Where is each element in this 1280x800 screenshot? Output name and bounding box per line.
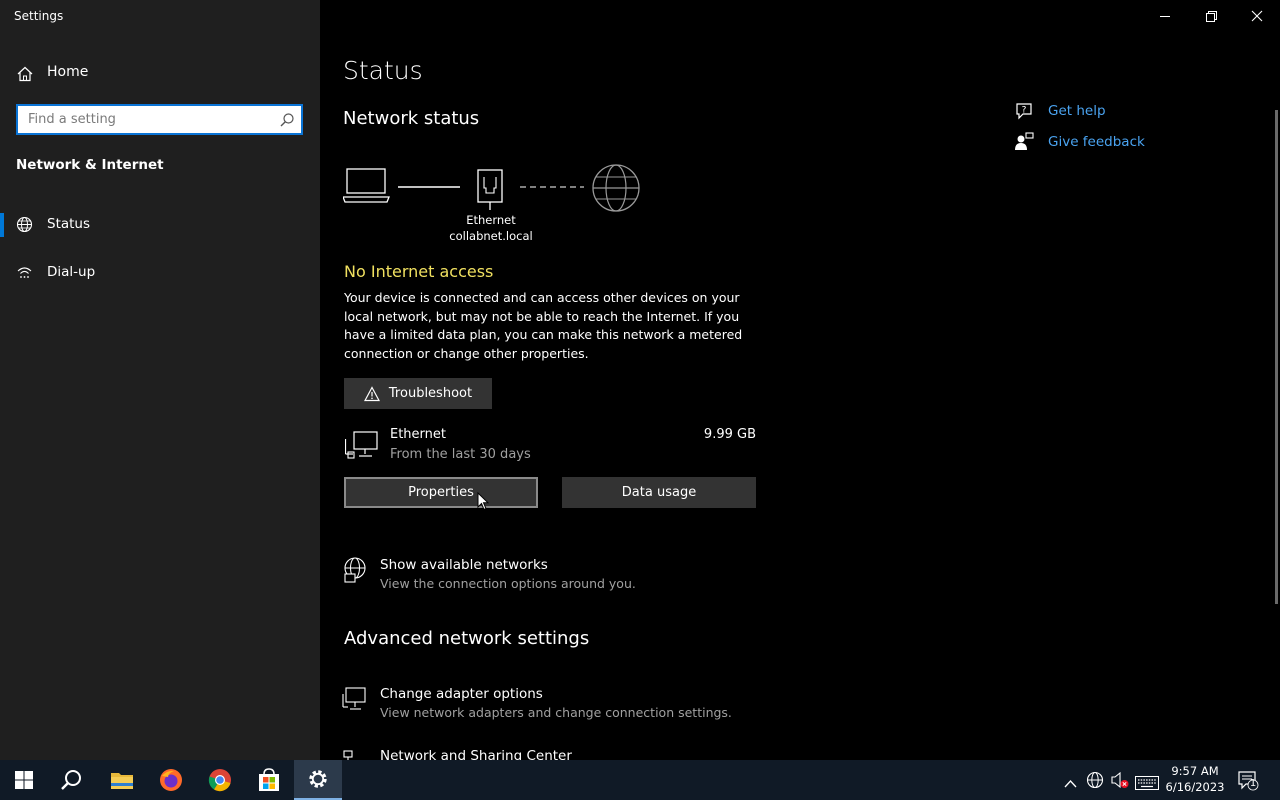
keyboard-icon[interactable]	[1135, 773, 1159, 793]
change-adapter-title: Change adapter options	[380, 686, 543, 702]
data-usage-summary: Ethernet From the last 30 days 9.99 GB	[344, 425, 756, 465]
firefox-icon	[160, 769, 182, 791]
troubleshoot-label: Troubleshoot	[388, 386, 473, 401]
taskbar-search-button[interactable]	[48, 760, 96, 800]
close-button[interactable]	[1234, 0, 1280, 32]
chrome-icon	[208, 769, 231, 792]
taskbar: 9:57 AM 6/16/2023 1	[0, 760, 1280, 800]
action-center-button[interactable]: 1	[1237, 769, 1259, 791]
laptop-icon	[343, 168, 390, 203]
data-usage-button[interactable]: Data usage	[562, 477, 756, 508]
get-help-link[interactable]: ? Get help	[1014, 101, 1214, 125]
feedback-icon	[1015, 132, 1034, 150]
connection-description: Your device is connected and can access …	[344, 290, 743, 361]
file-explorer-button[interactable]	[98, 760, 146, 800]
dialup-icon	[17, 267, 32, 278]
globe-icon	[592, 164, 640, 212]
clock-time: 9:57 AM	[1171, 764, 1219, 778]
app-title: Settings	[14, 9, 64, 23]
data-usage-label: Data usage	[621, 485, 697, 500]
file-explorer-icon	[111, 773, 133, 789]
troubleshoot-button[interactable]: Troubleshoot	[344, 378, 492, 409]
sidebar-section-title: Network & Internet	[16, 157, 164, 173]
page-title: Status	[343, 56, 423, 85]
network-globe-icon[interactable]	[1086, 770, 1104, 790]
search-box[interactable]	[16, 104, 303, 135]
main-content: Status Network status Ethernet collabnet…	[320, 0, 1280, 760]
mouse-cursor-icon	[477, 492, 489, 511]
nav-home-label: Home	[47, 64, 89, 80]
store-icon	[259, 768, 279, 791]
sharing-center-title: Network and Sharing Center	[380, 748, 572, 760]
firefox-button[interactable]	[147, 760, 195, 800]
warning-icon	[363, 385, 380, 401]
available-networks-icon	[344, 557, 366, 583]
minimize-button[interactable]	[1142, 0, 1188, 32]
advanced-settings-heading: Advanced network settings	[344, 628, 590, 649]
connection-state: No Internet access	[344, 262, 494, 281]
search-icon[interactable]	[279, 112, 295, 128]
help-chat-icon: ?	[1016, 103, 1032, 120]
adapter-options-icon	[342, 687, 366, 710]
restore-button[interactable]	[1188, 0, 1234, 32]
sidebar: Settings Home Network & Internet Status	[0, 0, 320, 760]
home-icon	[17, 66, 33, 82]
chrome-button[interactable]	[196, 760, 244, 800]
nav-home[interactable]: Home	[0, 58, 320, 88]
sidebar-item-status[interactable]: Status	[0, 207, 320, 243]
start-button[interactable]	[0, 760, 48, 800]
get-help-label: Get help	[1048, 103, 1106, 119]
svg-text:?: ?	[1022, 106, 1027, 116]
network-status-heading: Network status	[343, 108, 480, 129]
volume-muted-icon[interactable]	[1110, 770, 1130, 790]
scrollbar[interactable]	[1275, 110, 1278, 604]
active-indicator	[0, 213, 4, 237]
properties-label: Properties	[408, 485, 474, 500]
give-feedback-link[interactable]: Give feedback	[1014, 132, 1214, 156]
sharing-center-link[interactable]: Network and Sharing Center	[342, 748, 842, 760]
restore-icon	[1206, 11, 1217, 22]
sidebar-item-dialup[interactable]: Dial-up	[0, 255, 320, 291]
sidebar-item-label: Status	[47, 216, 91, 232]
minimize-icon	[1160, 16, 1170, 17]
search-input[interactable]	[18, 106, 268, 133]
search-icon	[61, 770, 81, 790]
adapter-name-label: Ethernet	[466, 213, 516, 227]
show-networks-link[interactable]: Show available networks View the connect…	[342, 557, 842, 597]
settings-taskbar-button[interactable]	[294, 760, 342, 800]
usage-period: From the last 30 days	[390, 447, 531, 462]
notification-count: 1	[1249, 778, 1257, 789]
ethernet-adapter-icon	[345, 431, 378, 459]
start-icon	[15, 771, 33, 789]
chevron-up-icon[interactable]	[1064, 774, 1077, 794]
network-diagram	[343, 164, 640, 212]
usage-amount: 9.99 GB	[703, 427, 756, 442]
change-adapter-subtitle: View network adapters and change connect…	[380, 705, 732, 720]
sidebar-item-label: Dial-up	[47, 264, 96, 280]
ethernet-port-icon	[477, 169, 503, 210]
taskbar-clock[interactable]: 9:57 AM 6/16/2023	[1160, 763, 1230, 795]
sharing-center-icon	[343, 750, 353, 760]
properties-button[interactable]: Properties	[344, 477, 538, 508]
close-icon	[1251, 10, 1263, 22]
store-button[interactable]	[245, 760, 293, 800]
show-networks-subtitle: View the connection options around you.	[380, 576, 636, 591]
globe-icon	[16, 216, 33, 233]
usage-adapter-name: Ethernet	[390, 427, 446, 442]
settings-icon	[309, 770, 327, 788]
show-networks-title: Show available networks	[380, 557, 548, 573]
give-feedback-label: Give feedback	[1048, 134, 1145, 150]
network-name-label: collabnet.local	[449, 229, 533, 243]
change-adapter-options-link[interactable]: Change adapter options View network adap…	[342, 686, 842, 726]
clock-date: 6/16/2023	[1165, 780, 1225, 794]
